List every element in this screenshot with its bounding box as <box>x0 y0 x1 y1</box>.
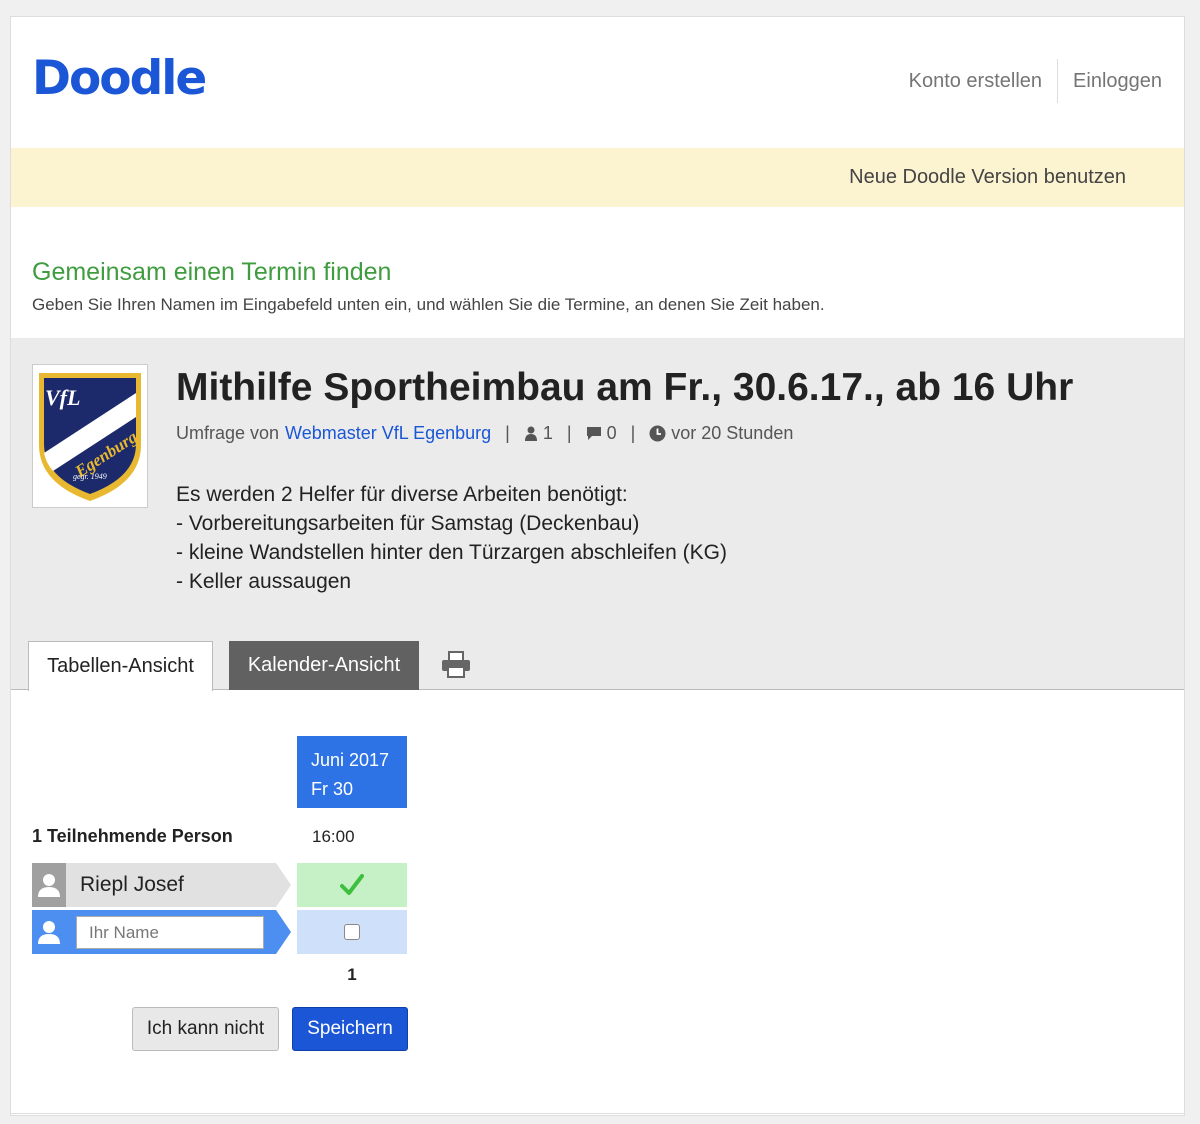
nav-divider <box>1057 59 1059 103</box>
page: Doodle Konto erstellen Einloggen Neue Do… <box>10 16 1185 1116</box>
participant-name: Riepl Josef <box>80 873 184 896</box>
club-logo: VfL Egenburg gegr. 1949 <box>32 364 148 508</box>
author-link[interactable]: Webmaster VfL Egenburg <box>285 423 491 444</box>
intro-title: Gemeinsam einen Termin finden <box>32 258 392 286</box>
print-icon[interactable] <box>441 651 471 684</box>
doodle-logo[interactable]: Doodle <box>32 51 207 106</box>
vote-yes-cell <box>297 863 407 907</box>
poll-meta: Umfrage von Webmaster VfL Egenburg | 1 |… <box>176 423 794 444</box>
comment-icon <box>586 426 602 441</box>
top-nav: Konto erstellen Einloggen <box>909 59 1162 103</box>
footer-divider <box>11 1113 1184 1114</box>
header: Doodle Konto erstellen Einloggen <box>11 17 1184 148</box>
new-version-link[interactable]: Neue Doodle Version benutzen <box>849 166 1126 189</box>
created-time: vor 20 Stunden <box>671 423 794 443</box>
avatar <box>32 863 66 907</box>
comments-count: 0 <box>606 423 617 443</box>
author-prefix: Umfrage von <box>176 423 280 443</box>
description-line: - Vorbereitungsarbeiten für Samstag (Dec… <box>176 512 640 535</box>
vote-checkbox[interactable] <box>344 924 360 940</box>
tab-table-view[interactable]: Tabellen-Ansicht <box>28 641 213 691</box>
date-month: Juni 2017 <box>311 750 390 770</box>
intro: Gemeinsam einen Termin finden Geben Sie … <box>32 258 825 315</box>
user-icon <box>38 921 60 944</box>
description-line: - kleine Wandstellen hinter den Türzarge… <box>176 541 727 564</box>
svg-text:VfL: VfL <box>45 385 80 410</box>
cant-attend-button[interactable]: Ich kann nicht <box>132 1007 279 1051</box>
description-line: Es werden 2 Helfer für diverse Arbeiten … <box>176 483 628 506</box>
person-icon <box>524 426 538 441</box>
date-day: Fr 30 <box>311 779 354 799</box>
club-crest-icon: VfL Egenburg gegr. 1949 <box>39 373 141 501</box>
participants-count: 1 <box>542 423 553 443</box>
avatar <box>32 910 66 954</box>
signup-link[interactable]: Konto erstellen <box>909 70 1042 93</box>
date-column-header: Juni 2017 Fr 30 <box>297 736 407 808</box>
time-slot: 16:00 <box>312 827 355 846</box>
user-icon <box>38 874 60 897</box>
new-version-banner: Neue Doodle Version benutzen <box>11 148 1184 207</box>
poll-title: Mithilfe Sportheimbau am Fr., 30.6.17., … <box>176 366 1074 409</box>
name-input[interactable] <box>76 916 264 949</box>
poll-description: Es werden 2 Helfer für diverse Arbeiten … <box>176 480 727 596</box>
description-line: - Keller aussaugen <box>176 570 352 593</box>
participants-label: 1 Teilnehmende Person <box>32 826 233 846</box>
intro-subtitle: Geben Sie Ihren Namen im Eingabefeld unt… <box>32 295 825 314</box>
poll-header: VfL Egenburg gegr. 1949 Mithilfe Sporthe… <box>11 338 1184 691</box>
clock-icon <box>649 425 666 442</box>
login-link[interactable]: Einloggen <box>1073 70 1162 93</box>
vote-total: 1 <box>347 965 357 984</box>
tab-calendar-view[interactable]: Kalender-Ansicht <box>229 641 419 690</box>
save-button[interactable]: Speichern <box>292 1007 408 1051</box>
svg-text:gegr. 1949: gegr. 1949 <box>73 472 107 481</box>
participant-row: Riepl Josef <box>32 863 292 907</box>
checkmark-icon <box>340 874 364 895</box>
vote-input-cell <box>297 910 407 954</box>
new-participant-row <box>32 910 292 954</box>
